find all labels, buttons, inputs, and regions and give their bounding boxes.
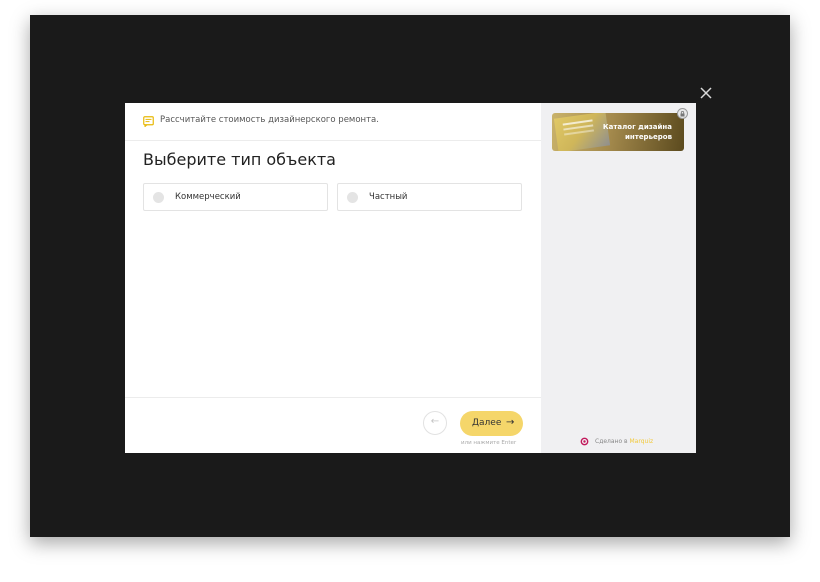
made-in-credit[interactable]: Сделано в Marquiz xyxy=(595,438,653,445)
quiz-header: Рассчитайте стоимость дизайнерского ремо… xyxy=(125,103,541,141)
radio-button[interactable] xyxy=(347,192,358,203)
question-title: Выберите тип объекта xyxy=(143,150,336,169)
option-commercial[interactable]: Коммерческий xyxy=(143,183,328,211)
option-label: Частный xyxy=(369,192,408,202)
quiz-modal: Рассчитайте стоимость дизайнерского ремо… xyxy=(125,103,696,453)
radio-button[interactable] xyxy=(153,192,164,203)
made-in-prefix: Сделано в xyxy=(595,438,628,445)
promo-title: Каталог дизайна интерьеров xyxy=(602,123,672,141)
message-lines-icon xyxy=(143,116,154,127)
close-icon xyxy=(700,87,712,99)
arrow-left-icon: ← xyxy=(430,416,440,427)
next-button[interactable]: Далее → xyxy=(460,411,523,436)
lock-icon xyxy=(677,108,688,119)
option-label: Коммерческий xyxy=(175,192,241,202)
marquiz-logo-icon xyxy=(580,437,589,446)
quiz-footer: ← Далее → или нажмите Enter xyxy=(125,397,541,454)
brand-name[interactable]: Marquiz xyxy=(630,438,654,445)
next-button-label: Далее xyxy=(472,418,502,428)
close-button[interactable] xyxy=(697,84,715,102)
promo-card[interactable]: Каталог дизайна интерьеров xyxy=(552,113,684,151)
quiz-header-text: Рассчитайте стоимость дизайнерского ремо… xyxy=(160,115,379,125)
quiz-sidebar: Каталог дизайна интерьеров Сделано в Mar… xyxy=(541,103,696,453)
back-button[interactable]: ← xyxy=(423,411,447,435)
option-private[interactable]: Частный xyxy=(337,183,522,211)
quiz-main-pane: Рассчитайте стоимость дизайнерского ремо… xyxy=(125,103,541,453)
enter-hint: или нажмите Enter xyxy=(461,440,517,446)
arrow-right-icon: → xyxy=(506,417,515,428)
